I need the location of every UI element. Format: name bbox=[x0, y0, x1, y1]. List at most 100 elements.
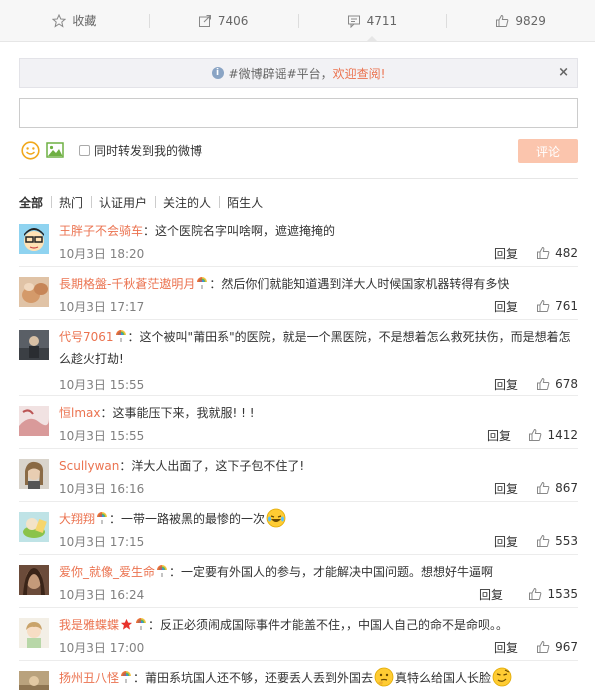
avatar[interactable] bbox=[19, 565, 49, 595]
thumb-up-icon bbox=[537, 299, 550, 312]
comment-like-button[interactable]: 761 bbox=[536, 299, 578, 313]
comment-username[interactable]: Scullywan bbox=[59, 459, 119, 473]
submit-comment-button[interactable]: 评论 bbox=[518, 139, 578, 163]
filter-following[interactable]: 关注的人 bbox=[155, 194, 219, 211]
comment-item: 恒lmax：这事能压下来，我就服! ! ! 10月3日 15:55 回复 141… bbox=[19, 396, 578, 449]
thumb-up-icon bbox=[537, 377, 550, 390]
filter-hot[interactable]: 热门 bbox=[51, 194, 91, 211]
comment-content: ：莆田系坑国人还不够，还要丢人丢到外国去 bbox=[133, 671, 374, 685]
comment-username[interactable]: 大翔翔 bbox=[59, 512, 95, 526]
comment-meta: 10月3日 17:17 回复 761 bbox=[59, 298, 578, 314]
comment-text: Scullywan：洋大人出面了，这下子包不住了! bbox=[59, 455, 578, 477]
thumb-up-icon bbox=[537, 534, 550, 547]
comment-like-button[interactable]: 1412 bbox=[528, 428, 578, 442]
reply-button[interactable]: 回复 bbox=[487, 427, 511, 444]
comment-meta: 10月3日 15:55 回复 1412 bbox=[59, 427, 578, 443]
reply-button[interactable]: 回复 bbox=[494, 533, 518, 550]
comment-button[interactable]: 4711 bbox=[297, 0, 447, 42]
comment-like-button[interactable]: 967 bbox=[536, 640, 578, 654]
comment-time: 10月3日 17:15 bbox=[59, 534, 145, 549]
comment-username[interactable]: 長期格盤-千秋蒼茫遨明月 bbox=[59, 277, 195, 291]
rainbow-badge-icon bbox=[121, 671, 132, 683]
comment-username[interactable]: 恒lmax bbox=[59, 406, 100, 420]
comment-content: ：反正必须闹成国际事件才能盖不住，，中国人自己的命不是命呗。。 bbox=[148, 618, 509, 632]
filter-strangers[interactable]: 陌生人 bbox=[219, 194, 271, 211]
avatar[interactable] bbox=[19, 406, 49, 436]
comment-item: 長期格盤-千秋蒼茫遨明月 ：然后你们就能知道遇到洋大人时候国家机器转得有多快 10… bbox=[19, 267, 578, 320]
comment-username[interactable]: 爱你_就像_爱生命 bbox=[59, 565, 155, 579]
avatar[interactable] bbox=[19, 224, 49, 254]
thumb-up-icon bbox=[529, 587, 542, 600]
avatar[interactable] bbox=[19, 512, 49, 542]
comment-content: ：这个医院名字叫啥啊，遮遮掩掩的 bbox=[143, 224, 336, 238]
comment-filter-tabs: 全部 热门 认证用户 关注的人 陌生人 bbox=[19, 194, 271, 210]
reply-button[interactable]: 回复 bbox=[494, 639, 518, 656]
comment-like-button[interactable]: 867 bbox=[536, 481, 578, 495]
avatar[interactable] bbox=[19, 277, 49, 307]
comment-like-count: 553 bbox=[555, 534, 578, 548]
repost-checkbox[interactable] bbox=[79, 144, 90, 156]
filter-all[interactable]: 全部 bbox=[19, 194, 51, 211]
thumb-up-icon bbox=[537, 246, 550, 259]
composer-toolbar: 同时转发到我的微博 评论 bbox=[19, 137, 578, 163]
comment-item: Scullywan：洋大人出面了，这下子包不住了! 10月3日 16:16 回复… bbox=[19, 449, 578, 502]
comment-input[interactable] bbox=[19, 98, 578, 128]
filter-verified[interactable]: 认证用户 bbox=[91, 194, 155, 211]
comment-icon bbox=[347, 15, 360, 28]
repost-icon bbox=[198, 14, 211, 27]
comment-content: ：然后你们就能知道遇到洋大人时候国家机器转得有多快 bbox=[209, 277, 510, 291]
comment-time: 10月3日 17:17 bbox=[59, 299, 145, 314]
avatar[interactable] bbox=[19, 671, 49, 690]
comment-username[interactable]: 我是雅蝶蝶 bbox=[59, 618, 119, 632]
repost-checkbox-label: 同时转发到我的微博 bbox=[94, 143, 203, 158]
comment-item: 王胖子不会骑车：这个医院名字叫啥啊，遮遮掩掩的 10月3日 18:20 回复 4… bbox=[19, 214, 578, 267]
comment-username[interactable]: 扬州丑八怪 bbox=[59, 671, 119, 685]
like-count: 9829 bbox=[515, 13, 546, 28]
comment-like-count: 867 bbox=[555, 481, 578, 495]
comment-meta: 10月3日 17:00 回复 967 bbox=[59, 639, 578, 655]
comment-content-tail: 真特么给国人长脸 bbox=[395, 671, 492, 685]
comment-text: 爱你_就像_爱生命 ：一定要有外国人的参与，才能解决中国问题。想想好牛逼啊 bbox=[59, 561, 578, 583]
avatar[interactable] bbox=[19, 618, 49, 648]
notice-link[interactable]: 欢迎查阅! bbox=[333, 65, 386, 82]
comment-text: 代号7061 ：这个被叫"莆田系"的医院，就是一个黑医院，不是想着怎么救死扶伤，而… bbox=[59, 326, 578, 370]
comment-time: 10月3日 15:55 bbox=[59, 377, 145, 392]
comment-content: ：洋大人出面了，这下子包不住了! bbox=[119, 459, 305, 473]
smiley-icon[interactable] bbox=[21, 140, 40, 160]
reply-button[interactable]: 回复 bbox=[494, 298, 518, 315]
like-button[interactable]: 9829 bbox=[446, 0, 595, 41]
comment-count: 4711 bbox=[366, 13, 398, 28]
red-star-badge-icon bbox=[120, 618, 133, 630]
thumb-up-icon bbox=[537, 481, 550, 494]
comment-like-button[interactable]: 553 bbox=[536, 534, 578, 548]
rainbow-badge-icon bbox=[157, 565, 168, 577]
favorite-button[interactable]: 收藏 bbox=[0, 0, 149, 41]
star-icon bbox=[52, 13, 67, 28]
thinking-face-emoji-icon bbox=[374, 667, 394, 687]
comment-like-button[interactable]: 678 bbox=[536, 377, 578, 391]
info-icon: i bbox=[211, 67, 224, 79]
comment-like-button[interactable]: 482 bbox=[536, 246, 578, 260]
comment-username[interactable]: 王胖子不会骑车 bbox=[59, 224, 143, 238]
notice-text: #微博辟谣#平台， bbox=[228, 66, 333, 81]
avatar[interactable] bbox=[19, 459, 49, 489]
close-icon[interactable]: × bbox=[558, 65, 569, 80]
repost-button[interactable]: 7406 bbox=[148, 0, 298, 41]
comment-content: ：一定要有外国人的参与，才能解决中国问题。想想好牛逼啊 bbox=[169, 565, 494, 579]
thumb-up-icon bbox=[529, 428, 542, 441]
smug-face-emoji-icon bbox=[492, 667, 512, 687]
comment-username[interactable]: 代号7061 bbox=[59, 330, 114, 344]
comment-text: 大翔翔 ：一带一路被黑的最惨的一次 bbox=[59, 508, 578, 530]
picture-icon[interactable] bbox=[46, 142, 64, 158]
reply-button[interactable]: 回复 bbox=[494, 245, 518, 262]
reply-button[interactable]: 回复 bbox=[494, 376, 518, 393]
comment-meta: 10月3日 17:15 回复 553 bbox=[59, 533, 578, 549]
reply-button[interactable]: 回复 bbox=[479, 586, 503, 603]
avatar[interactable] bbox=[19, 330, 49, 360]
rainbow-badge-icon bbox=[97, 512, 108, 524]
comment-time: 10月3日 16:16 bbox=[59, 481, 145, 496]
reply-button[interactable]: 回复 bbox=[494, 480, 518, 497]
rainbow-badge-icon bbox=[115, 330, 126, 342]
action-bar: 收藏 7406 4711 9829 bbox=[0, 0, 595, 42]
comment-like-button[interactable]: 1535 bbox=[528, 587, 578, 601]
